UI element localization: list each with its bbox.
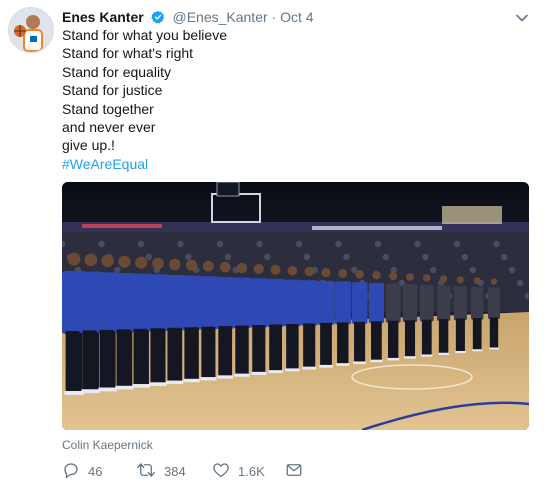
media-tag[interactable]: Colin Kaepernick xyxy=(62,438,153,452)
tweet-line: Stand for justice xyxy=(62,82,163,99)
author-name[interactable]: Enes Kanter xyxy=(62,9,144,25)
tweet-media-photo[interactable] xyxy=(62,182,529,430)
tweet-line: Stand for what's right xyxy=(62,45,194,62)
tweet-line: Stand together xyxy=(62,100,154,117)
tweet-line: give up.! xyxy=(62,137,115,154)
retweet-count: 384 xyxy=(164,464,186,479)
chevron-down-icon[interactable] xyxy=(514,10,530,26)
author-handle[interactable]: @Enes_Kanter xyxy=(172,9,267,25)
like-button[interactable]: 1.6K xyxy=(212,462,265,482)
heart-icon xyxy=(212,461,230,484)
retweet-button[interactable]: 384 xyxy=(136,462,186,482)
direct-message-button[interactable] xyxy=(285,462,303,482)
tweet-line: Stand for equality xyxy=(62,63,171,80)
like-count: 1.6K xyxy=(238,464,265,479)
meta-separator: · xyxy=(271,9,277,25)
reply-icon xyxy=(62,461,80,484)
tweet-text: Stand for what you believe Stand for wha… xyxy=(62,26,522,173)
reply-count: 46 xyxy=(88,464,103,479)
envelope-icon xyxy=(285,461,303,484)
tweet-line: Stand for what you believe xyxy=(62,27,227,43)
avatar[interactable] xyxy=(8,7,54,53)
tweet-header: Enes Kanter @Enes_Kanter · Oct 4 xyxy=(62,8,314,26)
avatar-image xyxy=(9,8,53,52)
hashtag-link[interactable]: #WeAreEqual xyxy=(62,155,522,173)
retweet-icon xyxy=(136,461,156,484)
reply-button[interactable]: 46 xyxy=(62,462,102,482)
tweet-date[interactable]: Oct 4 xyxy=(280,9,313,25)
tweet-line: and never ever xyxy=(62,119,156,136)
tweet-card[interactable]: Enes Kanter @Enes_Kanter · Oct 4 Stand f… xyxy=(0,0,550,483)
